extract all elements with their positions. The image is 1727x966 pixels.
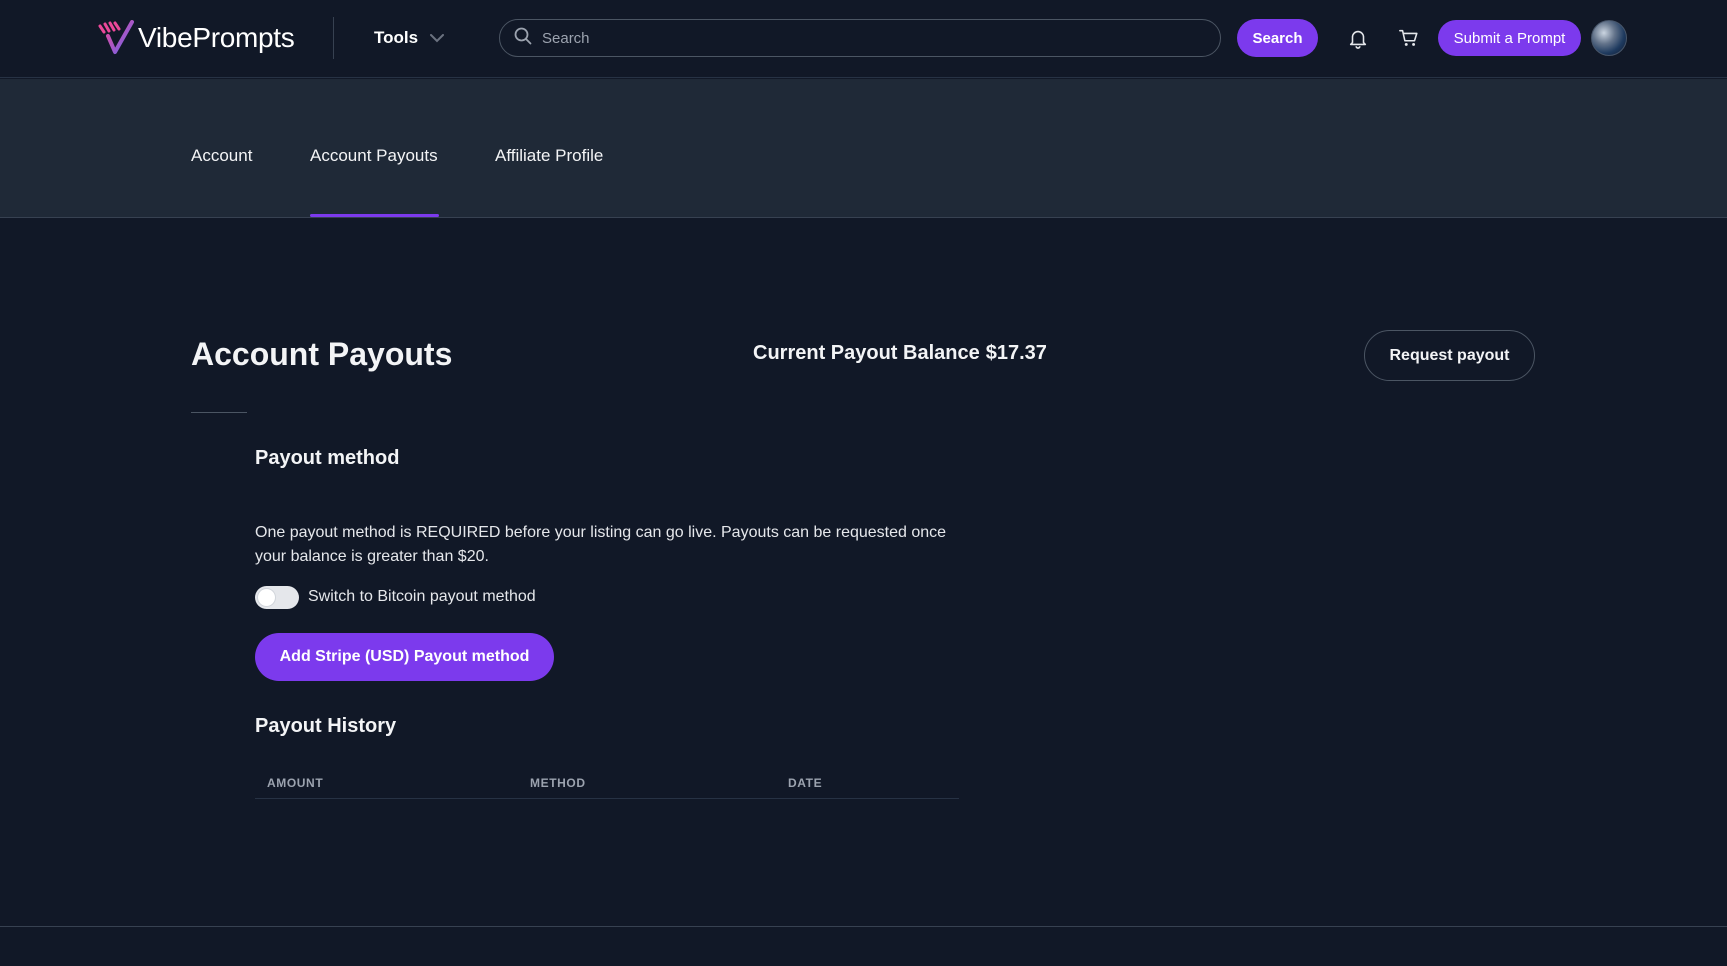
logo-text: VibePrompts xyxy=(138,22,295,53)
bitcoin-toggle[interactable] xyxy=(255,585,299,609)
payout-method-heading: Payout method xyxy=(255,447,400,469)
search-icon xyxy=(514,27,532,50)
payout-history-heading: Payout History xyxy=(255,715,397,737)
header-divider xyxy=(333,17,334,59)
chevron-down-icon xyxy=(430,28,445,48)
tab-account[interactable]: Account xyxy=(191,79,252,218)
search-bar xyxy=(499,19,1221,57)
submit-prompt-button[interactable]: Submit a Prompt xyxy=(1438,20,1581,56)
page-title: Account Payouts xyxy=(191,336,453,372)
payout-history-table: AMOUNT METHOD DATE xyxy=(255,768,959,799)
search-input[interactable] xyxy=(532,20,1220,56)
add-stripe-payout-button[interactable]: Add Stripe (USD) Payout method xyxy=(255,633,554,681)
logo[interactable]: VibePrompts xyxy=(98,18,295,58)
tools-label: Tools xyxy=(374,28,419,47)
bitcoin-toggle-label: Switch to Bitcoin payout method xyxy=(308,588,536,605)
active-tab-indicator xyxy=(310,214,439,217)
table-header-row: AMOUNT METHOD DATE xyxy=(255,768,959,799)
column-amount: AMOUNT xyxy=(255,768,518,799)
bell-icon[interactable] xyxy=(1344,24,1372,52)
column-method: METHOD xyxy=(518,768,776,799)
payout-balance: Current Payout Balance $17.37 xyxy=(753,342,1047,365)
tab-affiliate-profile[interactable]: Affiliate Profile xyxy=(495,79,603,218)
vibeprompts-logo-icon xyxy=(98,20,134,56)
column-date: DATE xyxy=(776,768,959,799)
balance-label: Current Payout Balance xyxy=(753,342,980,364)
bitcoin-toggle-row: Switch to Bitcoin payout method xyxy=(255,585,536,609)
avatar[interactable] xyxy=(1591,20,1627,56)
top-navbar: VibePrompts Tools Search Submit a Prompt xyxy=(0,0,1727,78)
request-payout-button[interactable]: Request payout xyxy=(1364,330,1535,381)
cart-icon[interactable] xyxy=(1395,24,1423,52)
tools-menu[interactable]: Tools xyxy=(374,26,445,50)
search-button[interactable]: Search xyxy=(1237,19,1318,57)
balance-value: $17.37 xyxy=(985,342,1047,364)
payout-method-description: One payout method is REQUIRED before you… xyxy=(255,524,947,565)
tab-account-payouts[interactable]: Account Payouts xyxy=(310,79,438,218)
title-divider xyxy=(191,412,247,413)
footer-divider xyxy=(0,926,1727,927)
account-tabs: Account Account Payouts Affiliate Profil… xyxy=(0,79,1727,218)
toggle-knob xyxy=(258,588,275,606)
